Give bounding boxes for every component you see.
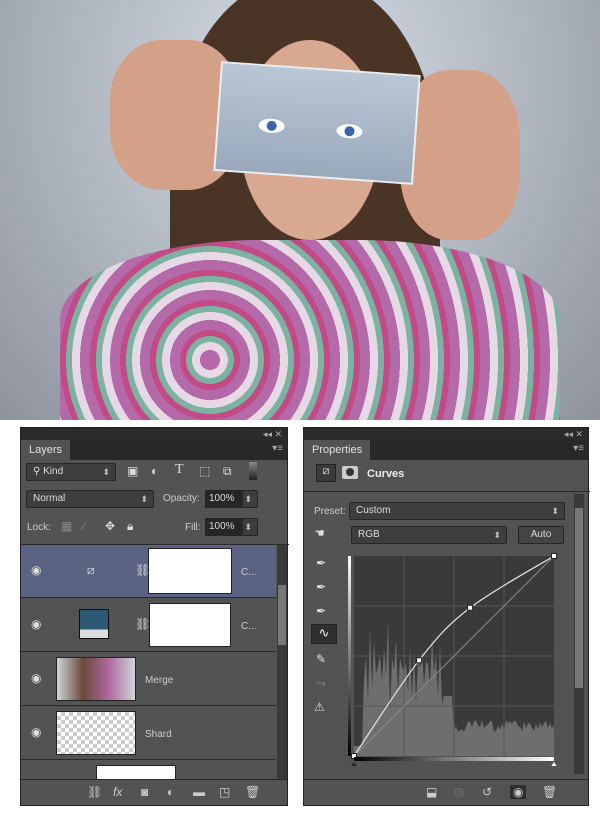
opacity-label: Opacity:	[163, 493, 200, 504]
link-icon[interactable]: ⛓	[135, 617, 150, 631]
layer-row-merge[interactable]: ◉ Merge	[21, 653, 276, 706]
channel-select[interactable]: RGB	[351, 526, 507, 544]
fx-icon[interactable]: fx	[113, 785, 122, 799]
layer-name: Merge	[145, 675, 173, 686]
layers-scrollbar[interactable]	[277, 545, 287, 780]
add-mask-icon[interactable]: ◙	[141, 785, 148, 799]
fill-dropdown[interactable]	[242, 518, 258, 536]
layer-thumb	[56, 657, 136, 701]
new-adjustment-icon[interactable]: ◐	[167, 785, 174, 799]
photo-canvas	[0, 0, 600, 420]
layer-row-curves[interactable]: ◉ ⧄ ⛓ C...	[21, 545, 276, 598]
blend-mode-select[interactable]: Normal	[26, 490, 154, 508]
panel-menu-icon[interactable]: ▾≡	[272, 443, 283, 454]
curves-graph[interactable]	[348, 552, 560, 766]
tab-properties[interactable]: Properties	[304, 440, 370, 460]
visibility-eye-icon[interactable]: ◉	[31, 725, 41, 739]
tab-layers[interactable]: Layers	[21, 440, 70, 460]
preset-label: Preset:	[314, 506, 346, 517]
curves-adjustment-icon: ⧄	[87, 563, 95, 578]
fill-label: Fill:	[185, 522, 201, 533]
new-layer-icon[interactable]: ◳	[219, 785, 230, 799]
adjustment-filter-icon[interactable]: ◐	[151, 464, 158, 478]
sample-white-eyedropper-icon[interactable]: ✒	[316, 604, 326, 618]
properties-footer: ⬓ ◎ ↺ ◉ 🗑︎	[304, 779, 588, 805]
layer-mask-thumb[interactable]	[149, 603, 231, 647]
targeted-adjustment-hand-icon[interactable]: ☚	[314, 526, 325, 540]
adjustment-title: Curves	[367, 468, 404, 480]
layer-row-levels[interactable]: ◉ ⛓ C...	[21, 599, 276, 652]
fill-input[interactable]: 100%	[205, 518, 243, 536]
preset-select[interactable]: Custom	[349, 502, 565, 520]
curve-point[interactable]	[552, 554, 557, 559]
properties-panel: ◂◂ ✕ Properties ▾≡ ⧄ Curves Preset: Custo…	[303, 427, 589, 806]
reset-icon[interactable]: ↺	[482, 785, 492, 799]
draw-pencil-icon[interactable]: ✎	[316, 652, 326, 666]
panel-collapse-close[interactable]: ◂◂ ✕	[304, 428, 588, 440]
curve-point[interactable]	[468, 605, 473, 610]
smart-object-filter-icon[interactable]: ⧉	[223, 464, 232, 479]
smooth-curve-icon[interactable]: ⤳	[316, 676, 326, 691]
shape-filter-icon[interactable]: ⬚	[199, 464, 210, 478]
panel-collapse-close[interactable]: ◂◂ ✕	[21, 428, 287, 440]
panel-menu-icon[interactable]: ▾≡	[573, 443, 584, 454]
new-group-icon[interactable]: ▬	[193, 785, 205, 799]
opacity-input[interactable]: 100%	[205, 490, 243, 508]
output-gradient	[348, 556, 351, 756]
link-icon[interactable]: ⛓	[135, 563, 150, 577]
trash-icon[interactable]: 🗑︎	[542, 785, 557, 799]
input-gradient	[354, 757, 554, 761]
filter-kind-select[interactable]: ⚲ Kind	[26, 463, 116, 481]
black-point-slider	[350, 762, 358, 766]
layer-name: C...	[241, 567, 257, 578]
opacity-dropdown[interactable]	[242, 490, 258, 508]
type-filter-icon[interactable]: T	[175, 462, 184, 478]
white-point-slider	[550, 762, 558, 766]
layer-thumb	[96, 765, 176, 780]
layer-row-partial[interactable]	[21, 761, 276, 780]
shirt	[60, 240, 560, 420]
edit-points-curve-icon[interactable]: ∿	[311, 624, 337, 644]
sample-black-eyedropper-icon[interactable]: ✒	[316, 556, 326, 570]
lock-transparent-icon[interactable]: ▦	[61, 519, 72, 533]
visibility-eye-icon[interactable]: ◉	[31, 617, 41, 631]
toggle-visibility-icon[interactable]: ◉	[510, 785, 526, 799]
layer-mask-thumb[interactable]	[149, 549, 231, 593]
filter-toggle[interactable]	[249, 462, 257, 480]
lock-all-icon[interactable]: 🔒︎	[127, 519, 133, 534]
link-layers-icon[interactable]: ⛓	[87, 785, 102, 799]
layer-name: C...	[241, 621, 257, 632]
visibility-eye-icon[interactable]: ◉	[31, 671, 41, 685]
visibility-eye-icon[interactable]: ◉	[31, 563, 41, 577]
properties-scrollbar[interactable]	[574, 494, 584, 774]
image-filter-icon[interactable]: ▣	[127, 464, 138, 478]
layers-panel: ◂◂ ✕ Layers ▾≡ ⚲ Kind ▣ ◐ T ⬚ ⧉ Normal Op…	[20, 427, 288, 806]
layer-name: Shard	[145, 729, 172, 740]
layer-row-shard[interactable]: ◉ Shard	[21, 707, 276, 760]
auto-button[interactable]: Auto	[518, 526, 564, 544]
layer-thumb	[56, 711, 136, 755]
levels-adjustment-icon	[79, 609, 109, 639]
lock-position-icon[interactable]: ✥	[105, 519, 115, 533]
photo-shard	[213, 61, 420, 185]
curves-icon[interactable]: ⧄	[316, 464, 336, 482]
sample-gray-eyedropper-icon[interactable]: ✒	[316, 580, 326, 594]
view-previous-icon[interactable]: ◎	[454, 785, 464, 799]
clip-to-layer-icon[interactable]: ⬓	[426, 785, 437, 799]
mask-icon[interactable]	[342, 466, 358, 479]
lock-label: Lock:	[27, 522, 51, 533]
trash-icon[interactable]: 🗑︎	[245, 785, 260, 799]
lock-image-icon[interactable]: ⁄	[83, 519, 85, 533]
curve-point[interactable]	[417, 658, 422, 663]
layers-footer: ⛓ fx ◙ ◐ ▬ ◳ 🗑︎	[21, 779, 287, 805]
clipping-warning-icon[interactable]: ⚠	[314, 700, 325, 714]
